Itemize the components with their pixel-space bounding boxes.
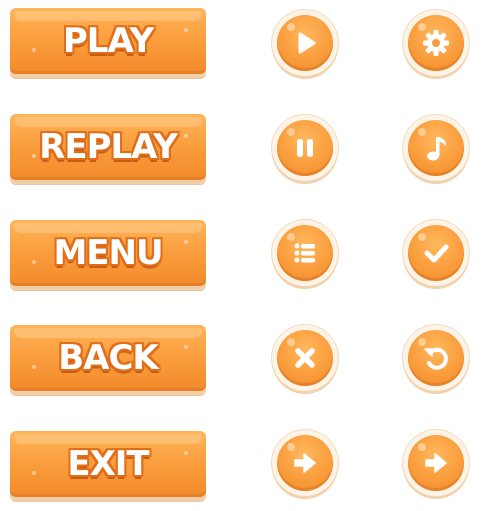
button-highlight <box>184 28 188 32</box>
menu-button[interactable]: MENU <box>10 220 206 286</box>
list-icon <box>294 243 315 263</box>
next-button[interactable] <box>272 430 338 496</box>
replay-button-label: REPLAY <box>39 127 178 167</box>
pause-button[interactable] <box>272 115 338 181</box>
close-icon <box>295 348 315 368</box>
exit-button[interactable]: EXIT <box>10 431 206 497</box>
button-face <box>408 15 464 71</box>
gear-icon <box>423 30 449 56</box>
button-face <box>408 225 464 281</box>
button-highlight <box>32 260 36 264</box>
checkmark-icon <box>424 244 449 263</box>
back-button[interactable]: BACK <box>10 325 206 391</box>
undo-button[interactable] <box>403 325 469 391</box>
button-face <box>277 435 333 491</box>
exit-button-label: EXIT <box>67 444 149 484</box>
menu-button-label: MENU <box>53 233 163 273</box>
arrow-right-icon <box>425 453 447 473</box>
back-button-label: BACK <box>58 338 159 378</box>
music-button[interactable] <box>403 115 469 181</box>
confirm-button[interactable] <box>403 220 469 286</box>
undo-icon <box>424 347 448 370</box>
play-button-label: PLAY <box>62 21 154 61</box>
pause-icon <box>297 139 313 157</box>
arrow-right-icon <box>294 453 316 473</box>
button-highlight <box>32 154 36 158</box>
settings-button[interactable] <box>403 10 469 76</box>
button-highlight <box>184 134 188 138</box>
button-highlight <box>32 471 36 475</box>
music-note-icon <box>427 137 446 161</box>
button-face <box>277 120 333 176</box>
list-button[interactable] <box>272 220 338 286</box>
button-highlight <box>32 365 36 369</box>
button-face <box>277 225 333 281</box>
button-face <box>277 15 333 71</box>
button-highlight <box>184 451 188 455</box>
button-face <box>408 120 464 176</box>
button-face <box>408 330 464 386</box>
button-highlight <box>184 345 188 349</box>
replay-button[interactable]: REPLAY <box>10 114 206 180</box>
button-face <box>277 330 333 386</box>
play-round-button[interactable] <box>272 10 338 76</box>
play-icon <box>298 32 316 54</box>
button-highlight <box>32 48 36 52</box>
button-face <box>408 435 464 491</box>
forward-button[interactable] <box>403 430 469 496</box>
button-highlight <box>184 240 188 244</box>
close-button[interactable] <box>272 325 338 391</box>
play-button[interactable]: PLAY <box>10 8 206 74</box>
